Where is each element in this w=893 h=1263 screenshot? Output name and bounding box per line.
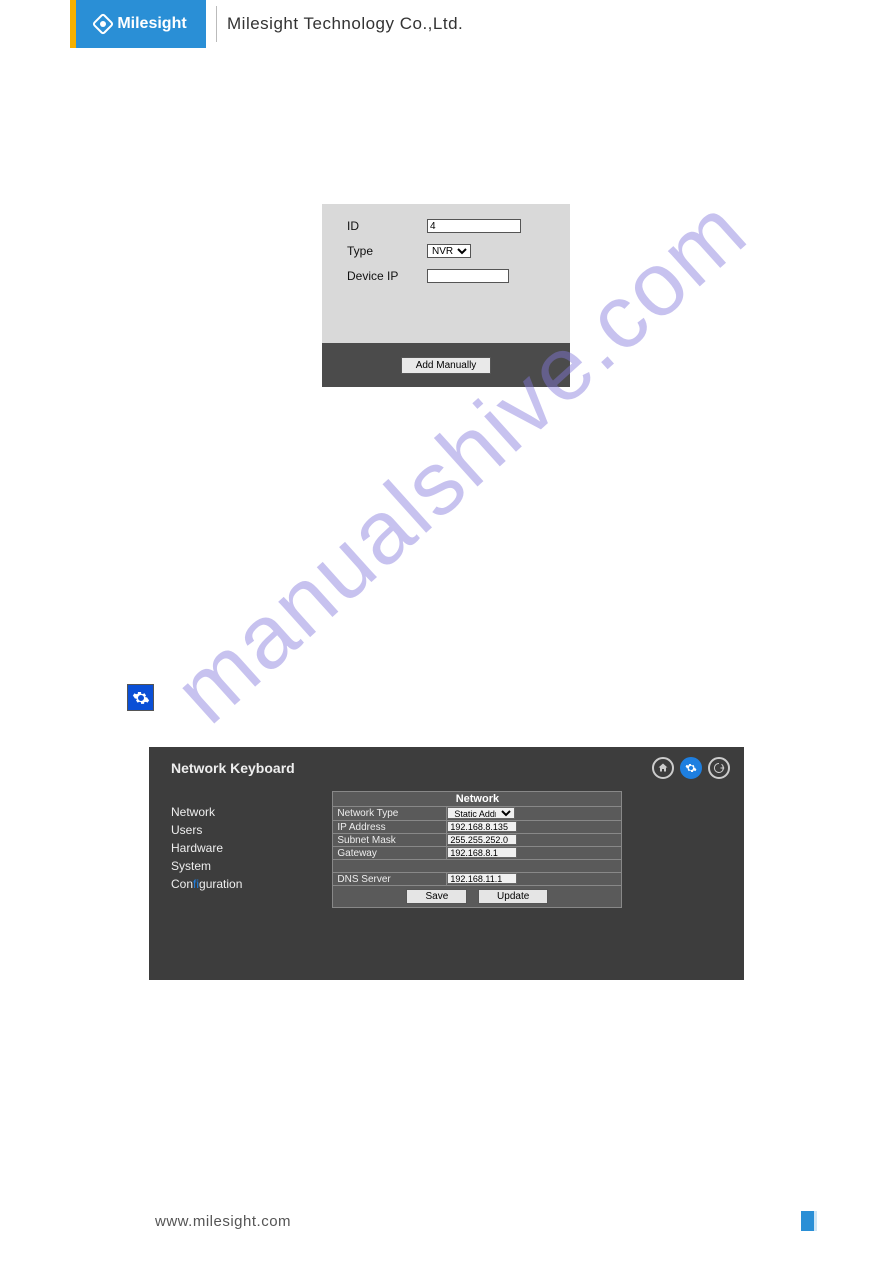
panel-title: Network Keyboard bbox=[171, 760, 295, 776]
type-label: Type bbox=[347, 244, 427, 258]
save-button[interactable]: Save bbox=[406, 889, 467, 904]
settings-button[interactable] bbox=[680, 757, 702, 779]
page-footer: www.milesight.com bbox=[0, 1211, 893, 1231]
type-select[interactable]: NVR bbox=[427, 244, 471, 258]
settings-gear-reference-icon bbox=[127, 684, 154, 711]
brand-logo: Milesight bbox=[76, 0, 206, 48]
sidebar-item-configuration[interactable]: Configuration bbox=[171, 877, 242, 891]
settings-sidebar: Network Users Hardware System Configurat… bbox=[171, 791, 242, 908]
network-settings-table: Network Network Type Static Address IP A… bbox=[332, 791, 622, 908]
logout-icon bbox=[713, 762, 725, 774]
page-marker bbox=[801, 1211, 817, 1231]
logout-button[interactable] bbox=[708, 757, 730, 779]
subnet-mask-input[interactable] bbox=[447, 834, 517, 845]
add-panel-footer: Add Manually bbox=[322, 343, 570, 387]
ip-address-label: IP Address bbox=[333, 821, 447, 834]
sidebar-item-network[interactable]: Network bbox=[171, 805, 242, 819]
footer-url: www.milesight.com bbox=[155, 1213, 291, 1230]
brand-name: Milesight bbox=[117, 15, 186, 33]
page-header: Milesight Milesight Technology Co.,Ltd. bbox=[70, 0, 893, 48]
dns-server-input[interactable] bbox=[447, 873, 517, 884]
table-spacer bbox=[333, 860, 622, 873]
network-type-select[interactable]: Static Address bbox=[447, 807, 515, 819]
gateway-input[interactable] bbox=[447, 847, 517, 858]
id-label: ID bbox=[347, 219, 427, 233]
header-divider bbox=[216, 6, 217, 42]
network-keyboard-panel: Network Keyboard Network Users Hardware … bbox=[149, 747, 744, 980]
table-header: Network bbox=[333, 792, 622, 807]
sidebar-item-hardware[interactable]: Hardware bbox=[171, 841, 242, 855]
add-device-panel: ID Type NVR Device IP Add Manually bbox=[322, 204, 570, 387]
dns-server-label: DNS Server bbox=[333, 873, 447, 886]
gateway-label: Gateway bbox=[333, 847, 447, 860]
gear-icon bbox=[132, 689, 150, 707]
subnet-mask-label: Subnet Mask bbox=[333, 834, 447, 847]
add-manually-button[interactable]: Add Manually bbox=[401, 357, 492, 374]
company-name: Milesight Technology Co.,Ltd. bbox=[227, 0, 463, 48]
home-icon bbox=[657, 762, 669, 774]
update-button[interactable]: Update bbox=[478, 889, 548, 904]
home-button[interactable] bbox=[652, 757, 674, 779]
device-ip-label: Device IP bbox=[347, 269, 427, 283]
id-input[interactable] bbox=[427, 219, 521, 233]
network-type-label: Network Type bbox=[333, 807, 447, 821]
sidebar-item-system[interactable]: System bbox=[171, 859, 242, 873]
sidebar-item-users[interactable]: Users bbox=[171, 823, 242, 837]
ip-address-input[interactable] bbox=[447, 821, 517, 832]
device-ip-input[interactable] bbox=[427, 269, 509, 283]
brand-icon bbox=[92, 13, 115, 36]
gear-icon bbox=[685, 762, 697, 774]
